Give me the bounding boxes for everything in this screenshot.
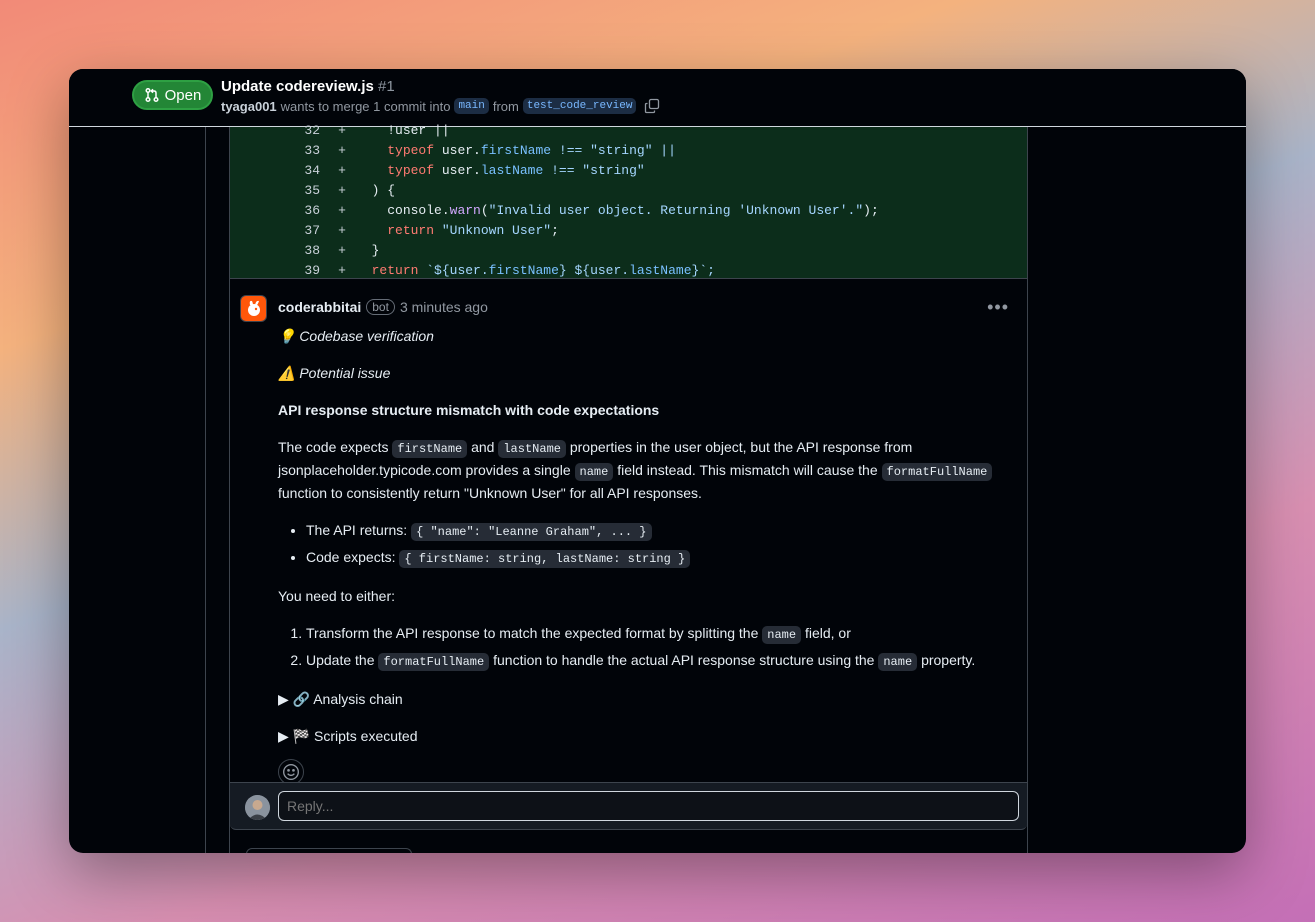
diff-line: 33 + typeof user.firstName !== "string" … xyxy=(230,140,1027,160)
smiley-icon xyxy=(283,764,299,780)
diff-sign: + xyxy=(338,182,346,198)
pr-subtitle: tyaga001 wants to merge 1 commit into ma… xyxy=(221,98,660,114)
code-line: return "Unknown User"; xyxy=(387,222,559,238)
diff-line: 39 + return `${user.firstName} ${user.la… xyxy=(230,260,1027,280)
diff-line: 35 + ) { xyxy=(230,180,1027,200)
reply-input[interactable] xyxy=(278,791,1019,821)
pr-title-text: Update codereview.js xyxy=(221,78,374,95)
status-badge: Open xyxy=(132,80,213,110)
diff-line: 34 + typeof user.lastName !== "string" xyxy=(230,160,1027,180)
numbered-list: Transform the API response to match the … xyxy=(306,623,1008,673)
head-branch[interactable]: test_code_review xyxy=(522,98,637,114)
code-line: typeof user.lastName !== "string" xyxy=(387,162,645,178)
copy-icon[interactable] xyxy=(644,98,660,114)
diff-sign: + xyxy=(338,162,346,178)
pr-header: Open Update codereview.js #1 tyaga001 wa… xyxy=(69,69,1246,127)
list-item: Code expects: { firstName: string, lastN… xyxy=(306,547,1008,570)
status-label: Open xyxy=(164,86,202,104)
pr-title: Update codereview.js #1 xyxy=(221,78,395,95)
diff-line: 37 + return "Unknown User"; xyxy=(230,220,1027,240)
avatar[interactable] xyxy=(245,795,270,820)
review-thread: 32 + !user || 33 + typeof user.firstName… xyxy=(229,123,1028,853)
bot-badge: bot xyxy=(366,299,395,315)
comment-header: coderabbitai bot 3 minutes ago xyxy=(278,299,488,315)
diff-sign: + xyxy=(338,142,346,158)
diff-sign: + xyxy=(338,242,346,258)
verification-label: 💡 Codebase verification xyxy=(278,328,434,344)
diff-line: 36 + console.warn("Invalid user object. … xyxy=(230,200,1027,220)
diff-sign: + xyxy=(338,222,346,238)
diff-line: 32 + !user || xyxy=(230,120,1027,140)
from-text: from xyxy=(492,98,519,114)
line-number[interactable]: 34 xyxy=(230,163,320,178)
line-number[interactable]: 35 xyxy=(230,183,320,198)
line-number[interactable]: 36 xyxy=(230,203,320,218)
bullet-list: The API returns: { "name": "Leanne Graha… xyxy=(306,520,1008,570)
app-window: Open Update codereview.js #1 tyaga001 wa… xyxy=(69,69,1246,853)
avatar[interactable] xyxy=(240,295,267,322)
comment-time[interactable]: 3 minutes ago xyxy=(400,299,488,315)
line-number[interactable]: 39 xyxy=(230,263,320,278)
code-line: typeof user.firstName !== "string" || xyxy=(387,142,676,158)
comment-body: 💡 Codebase verification ⚠️ Potential iss… xyxy=(278,326,1008,785)
base-branch[interactable]: main xyxy=(454,98,489,114)
diff-line: 38 + } xyxy=(230,240,1027,260)
code-line: !user || xyxy=(387,122,450,138)
code-line: console.warn("Invalid user object. Retur… xyxy=(387,202,879,218)
potential-issue-label: ⚠️ Potential issue xyxy=(278,365,391,381)
analysis-chain-toggle[interactable]: ▶ 🔗 Analysis chain xyxy=(278,689,1008,710)
inline-code: name xyxy=(574,463,614,481)
merge-text: wants to merge 1 commit into xyxy=(280,98,451,114)
pull-request-icon xyxy=(145,87,159,103)
line-number[interactable]: 33 xyxy=(230,143,320,158)
issue-description: The code expects firstName and lastName … xyxy=(278,437,1008,504)
code-line: ) { xyxy=(371,182,396,198)
list-item: Transform the API response to match the … xyxy=(306,623,1008,646)
code-line: return `${user.firstName} ${user.lastNam… xyxy=(371,262,715,278)
comment-author[interactable]: coderabbitai xyxy=(278,299,361,315)
resolve-conversation-button[interactable] xyxy=(246,848,412,853)
more-options-icon[interactable]: ••• xyxy=(987,297,1009,318)
inline-code: lastName xyxy=(498,440,566,458)
code-line: } xyxy=(371,242,380,258)
line-number[interactable]: 38 xyxy=(230,243,320,258)
diff-sign: + xyxy=(338,122,346,138)
diff-sign: + xyxy=(338,262,346,278)
inline-code: firstName xyxy=(392,440,468,458)
line-number[interactable]: 32 xyxy=(230,123,320,138)
timeline-line xyxy=(205,127,206,853)
list-item: The API returns: { "name": "Leanne Graha… xyxy=(306,520,1008,543)
diff-sign: + xyxy=(338,202,346,218)
issue-heading: API response structure mismatch with cod… xyxy=(278,402,660,418)
line-number[interactable]: 37 xyxy=(230,223,320,238)
user-avatar-icon xyxy=(245,795,270,820)
list-item: Update the formatFullName function to ha… xyxy=(306,650,1008,673)
diff-hunk: 32 + !user || 33 + typeof user.firstName… xyxy=(230,123,1027,280)
scripts-executed-toggle[interactable]: ▶ 🏁 Scripts executed xyxy=(278,726,1008,747)
pr-author[interactable]: tyaga001 xyxy=(221,99,277,114)
need-text: You need to either: xyxy=(278,588,396,604)
pr-number: #1 xyxy=(378,78,395,95)
rabbit-icon xyxy=(247,300,260,316)
inline-code: formatFullName xyxy=(881,463,993,481)
reply-bar xyxy=(230,782,1027,830)
